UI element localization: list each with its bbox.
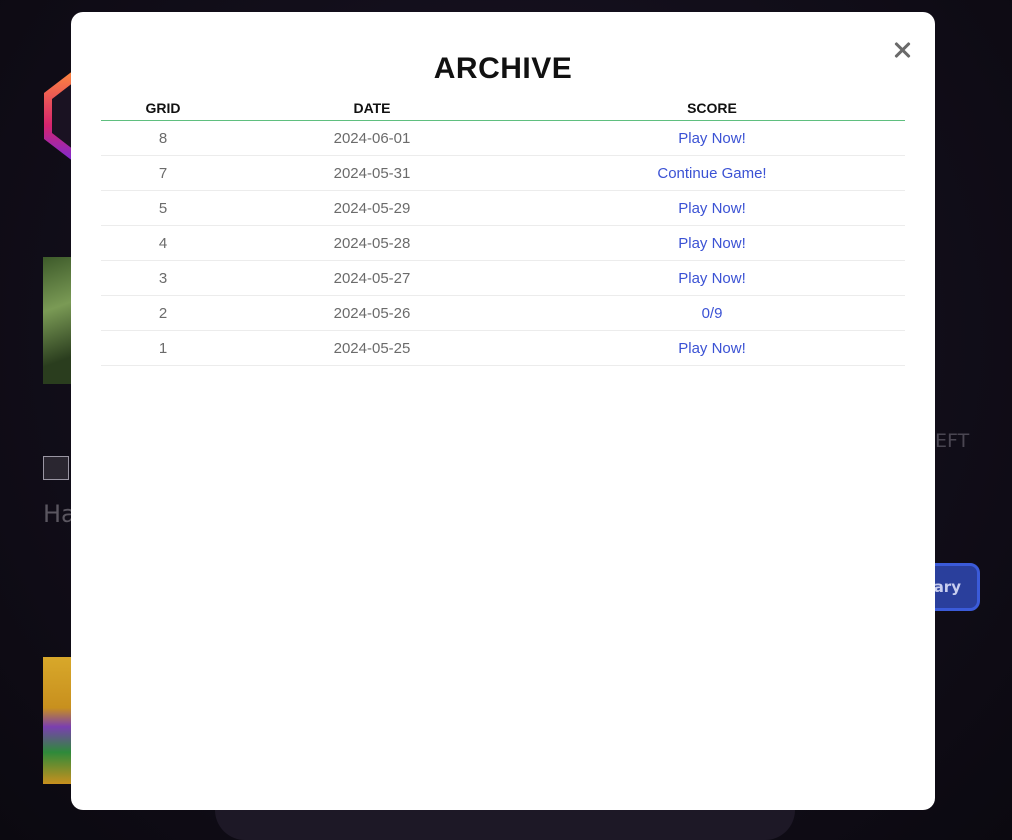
background-bottom-bar <box>215 810 795 840</box>
table-row: 4 2024-05-28 Play Now! <box>101 225 905 261</box>
grid-date: 2024-05-27 <box>225 260 519 296</box>
background-partial-text-right: EFT <box>935 430 970 452</box>
score-link[interactable]: Play Now! <box>678 130 746 147</box>
score-cell: Play Now! <box>519 225 905 261</box>
table-row: 7 2024-05-31 Continue Game! <box>101 155 905 191</box>
score-link[interactable]: Continue Game! <box>657 165 766 182</box>
grid-number: 2 <box>101 295 225 331</box>
grid-number: 1 <box>101 330 225 366</box>
background-thumbnail <box>43 257 73 384</box>
column-header-date: DATE <box>225 98 519 121</box>
grid-date: 2024-05-26 <box>225 295 519 331</box>
score-link[interactable]: Play Now! <box>678 235 746 252</box>
score-link[interactable]: Play Now! <box>678 340 746 357</box>
modal-title: ARCHIVE <box>433 52 573 85</box>
grid-date: 2024-05-29 <box>225 190 519 226</box>
score-cell: Play Now! <box>519 120 905 156</box>
table-header-row: GRID DATE SCORE <box>101 98 905 121</box>
close-icon[interactable] <box>891 38 915 62</box>
column-header-grid: GRID <box>101 98 225 121</box>
table-row: 3 2024-05-27 Play Now! <box>101 260 905 296</box>
grid-number: 8 <box>101 120 225 156</box>
table-row: 8 2024-06-01 Play Now! <box>101 120 905 156</box>
grid-date: 2024-05-31 <box>225 155 519 191</box>
background-button-label: ary <box>933 578 961 596</box>
score-link[interactable]: Play Now! <box>678 270 746 287</box>
broken-image-icon <box>43 456 69 480</box>
column-header-score: SCORE <box>519 98 905 121</box>
score-cell: Play Now! <box>519 330 905 366</box>
table-row: 1 2024-05-25 Play Now! <box>101 330 905 366</box>
table-row: 5 2024-05-29 Play Now! <box>101 190 905 226</box>
grid-number: 4 <box>101 225 225 261</box>
grid-number: 5 <box>101 190 225 226</box>
grid-number: 7 <box>101 155 225 191</box>
page-background: Ha EFT ary ARCHIVE GRID DATE SCORE 8 2024… <box>0 0 1012 840</box>
score-link[interactable]: 0/9 <box>702 305 723 322</box>
archive-table: GRID DATE SCORE 8 2024-06-01 Play Now! 7 202… <box>101 98 905 366</box>
grid-date: 2024-06-01 <box>225 120 519 156</box>
archive-table-body: 8 2024-06-01 Play Now! 7 2024-05-31 Continue … <box>101 120 905 366</box>
score-cell: Play Now! <box>519 190 905 226</box>
grid-date: 2024-05-28 <box>225 225 519 261</box>
archive-modal: ARCHIVE GRID DATE SCORE 8 2024-06-01 Play … <box>71 12 935 810</box>
score-cell: Continue Game! <box>519 155 905 191</box>
background-thumbnail-2 <box>43 657 73 784</box>
table-row: 2 2024-05-26 0/9 <box>101 295 905 331</box>
grid-date: 2024-05-25 <box>225 330 519 366</box>
score-link[interactable]: Play Now! <box>678 200 746 217</box>
grid-number: 3 <box>101 260 225 296</box>
score-cell: 0/9 <box>519 295 905 331</box>
score-cell: Play Now! <box>519 260 905 296</box>
